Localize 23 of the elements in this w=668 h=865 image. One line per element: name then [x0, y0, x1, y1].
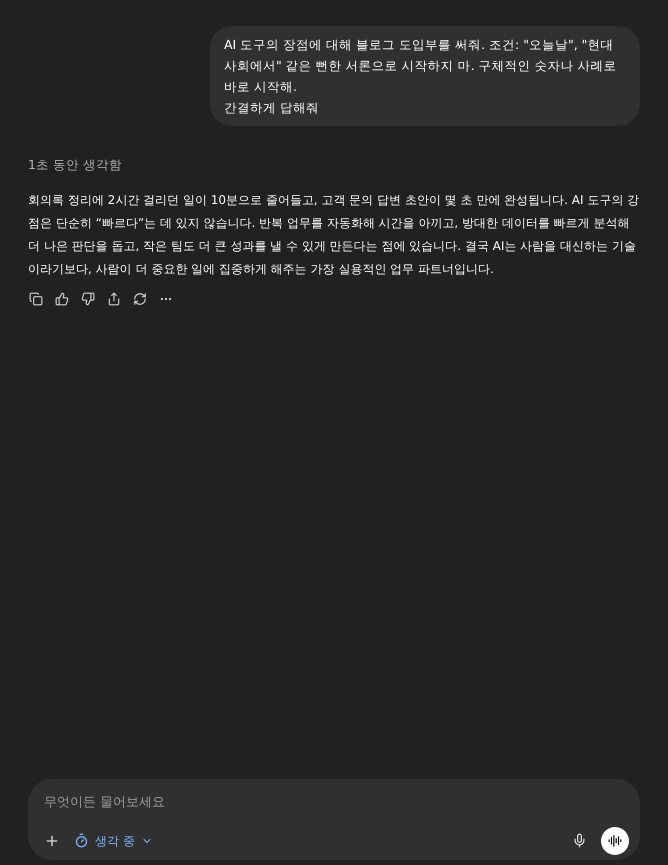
voice-button[interactable] [601, 826, 629, 854]
message-text: 간결하게 답해줘 [224, 99, 320, 117]
plus-icon [44, 832, 60, 848]
message-input[interactable]: 무엇이든 물어보세요 [44, 793, 624, 812]
add-button[interactable] [44, 832, 60, 848]
response-text: 회의록 정리에 2시간 걸리던 일이 10분으로 줄어들고, 고객 문의 답변 초안이 몇 초 만에 완성됩니다. AI 도구의 강점은 단순히 “빠르다”는 데 있지 않습니다. 반복 업무를 자동화해 시간을 아끼고, 방대한 데이터를 빠르게 분석해 더 나은 판단을 돕고, 작은 팀도 더 큰 성과를 낼 수 있게 만든다는 점에 있습니다. 결국 AI는 사람을 대신하는 기술이라기보다, 사람이 더 중요한 일에 집중하게 해주는 가장 실용적인 업무 파트너입니다. [28, 192, 640, 278]
thumbs-up-button[interactable] [54, 290, 70, 307]
share-icon [107, 292, 121, 306]
refresh-icon [133, 292, 147, 306]
copy-icon [29, 292, 43, 306]
timer-icon [74, 833, 89, 848]
copy-button[interactable] [28, 290, 44, 307]
microphone-icon [572, 833, 587, 848]
thumbs-up-icon [55, 292, 69, 306]
thumbs-down-icon [81, 292, 95, 306]
refresh-button[interactable] [132, 290, 148, 307]
thumbs-down-button[interactable] [80, 290, 96, 307]
microphone-button[interactable] [572, 833, 587, 848]
thinking-label[interactable]: 1초 동안 생각함 [28, 156, 122, 175]
sound-wave-icon [608, 834, 622, 848]
share-button[interactable] [106, 290, 122, 307]
mode-button[interactable]: 생각 중 [74, 832, 153, 850]
message-text: AI 도구의 장점에 대해 블로그 도입부를 써줘. 조건: "오늘날", "현대 사회에서" 같은 뻔한 서론으로 시작하지 마. 구체적인 숫자나 사례로 바로 시작해. [224, 36, 618, 96]
